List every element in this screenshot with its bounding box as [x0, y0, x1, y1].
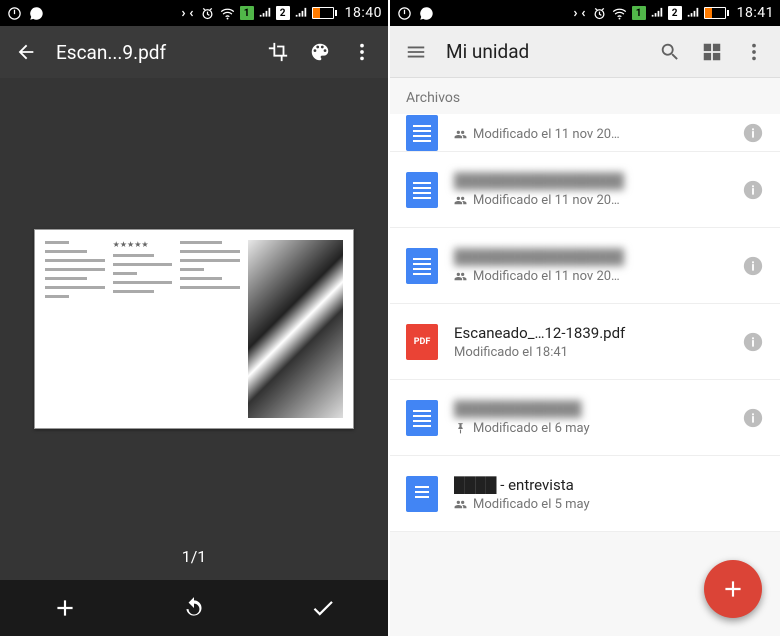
file-meta: Modificado el 11 nov 20…	[454, 193, 726, 208]
whatsapp-icon	[418, 5, 434, 21]
google-docs-icon	[406, 248, 438, 284]
shared-icon	[454, 270, 467, 283]
crop-button[interactable]	[266, 40, 290, 64]
scan-preview-area[interactable]: ★★★★★ 1/1	[0, 78, 388, 580]
shared-icon	[454, 128, 467, 141]
file-row[interactable]: ████████████████ Modificado el 11 nov 20…	[390, 228, 780, 304]
drive-app-bar: Mi unidad	[390, 26, 780, 78]
retake-button[interactable]	[129, 580, 258, 636]
scan-preview-screen: 1 2 18:40 Escan...9.pdf ★★★★★ 1/1	[0, 0, 390, 636]
status-bar: 1 2 18:41	[390, 0, 780, 26]
file-name: ████████████	[454, 400, 726, 418]
file-name: ████████████████	[454, 172, 726, 190]
scan-bottom-bar	[0, 580, 388, 636]
clock: 18:41	[737, 5, 774, 21]
battery-icon	[312, 7, 337, 19]
whatsapp-icon	[28, 5, 44, 21]
scan-app-bar: Escan...9.pdf	[0, 26, 388, 78]
pdf-icon: PDF	[406, 324, 438, 360]
signal1-icon	[258, 5, 272, 22]
shared-icon	[454, 194, 467, 207]
alarm-icon	[592, 5, 608, 21]
google-docs-icon	[406, 172, 438, 208]
file-info-button[interactable]	[742, 122, 764, 144]
sim2-icon: 2	[668, 6, 682, 20]
vibrate-icon	[572, 5, 588, 21]
file-info-button[interactable]	[742, 179, 764, 201]
google-docs-icon	[406, 400, 438, 436]
menu-button[interactable]	[404, 40, 428, 64]
shared-icon	[454, 498, 467, 511]
battery-icon	[704, 7, 729, 19]
drive-title[interactable]: Mi unidad	[446, 40, 640, 63]
drive-file-list[interactable]: Archivos Modificado el 11 nov 20… ██████…	[390, 78, 780, 636]
file-name: ████ - entrevista	[454, 476, 764, 494]
confirm-button[interactable]	[259, 580, 388, 636]
file-meta: Modificado el 11 nov 20…	[454, 127, 726, 142]
view-toggle-button[interactable]	[700, 40, 724, 64]
vibrate-icon	[180, 5, 196, 21]
signal2-icon	[686, 5, 700, 22]
power-save-icon	[6, 5, 22, 21]
palette-button[interactable]	[308, 40, 332, 64]
file-name: ████████████████	[454, 248, 726, 266]
file-row[interactable]: ████████████████ Modificado el 11 nov 20…	[390, 152, 780, 228]
file-meta: Modificado el 5 may	[454, 497, 764, 512]
add-page-button[interactable]	[0, 580, 129, 636]
fab-add-button[interactable]	[704, 560, 762, 618]
overflow-menu-button[interactable]	[742, 40, 766, 64]
file-info-button[interactable]	[742, 255, 764, 277]
file-row[interactable]: PDF Escaneado_…12-1839.pdf Modificado el…	[390, 304, 780, 380]
page-counter: 1/1	[182, 547, 207, 566]
file-meta: Modificado el 18:41	[454, 345, 726, 360]
sim2-icon: 2	[276, 6, 290, 20]
file-meta: Modificado el 11 nov 20…	[454, 269, 726, 284]
scanned-page-thumbnail: ★★★★★	[34, 229, 354, 429]
file-row[interactable]: Modificado el 11 nov 20…	[390, 114, 780, 152]
file-info-button[interactable]	[742, 407, 764, 429]
wifi-icon	[220, 5, 236, 21]
google-docs-icon	[406, 115, 438, 151]
overflow-menu-button[interactable]	[350, 40, 374, 64]
signal1-icon	[650, 5, 664, 22]
signal2-icon	[294, 5, 308, 22]
back-button[interactable]	[14, 40, 38, 64]
pinned-icon	[454, 422, 467, 435]
clock: 18:40	[345, 5, 382, 21]
file-name: Escaneado_…12-1839.pdf	[454, 324, 726, 342]
file-row[interactable]: ████ - entrevista Modificado el 5 may	[390, 456, 780, 532]
document-title[interactable]: Escan...9.pdf	[56, 41, 248, 64]
wifi-icon	[612, 5, 628, 21]
google-docs-icon	[406, 476, 438, 512]
power-save-icon	[396, 5, 412, 21]
search-button[interactable]	[658, 40, 682, 64]
section-header: Archivos	[390, 78, 780, 114]
file-meta: Modificado el 6 may	[454, 421, 726, 436]
sim1-icon: 1	[632, 6, 646, 20]
sim1-icon: 1	[240, 6, 254, 20]
file-row[interactable]: ████████████ Modificado el 6 may	[390, 380, 780, 456]
file-info-button[interactable]	[742, 331, 764, 353]
alarm-icon	[200, 5, 216, 21]
drive-screen: 1 2 18:41 Mi unidad Archivos Modificado …	[390, 0, 780, 636]
status-bar: 1 2 18:40	[0, 0, 388, 26]
